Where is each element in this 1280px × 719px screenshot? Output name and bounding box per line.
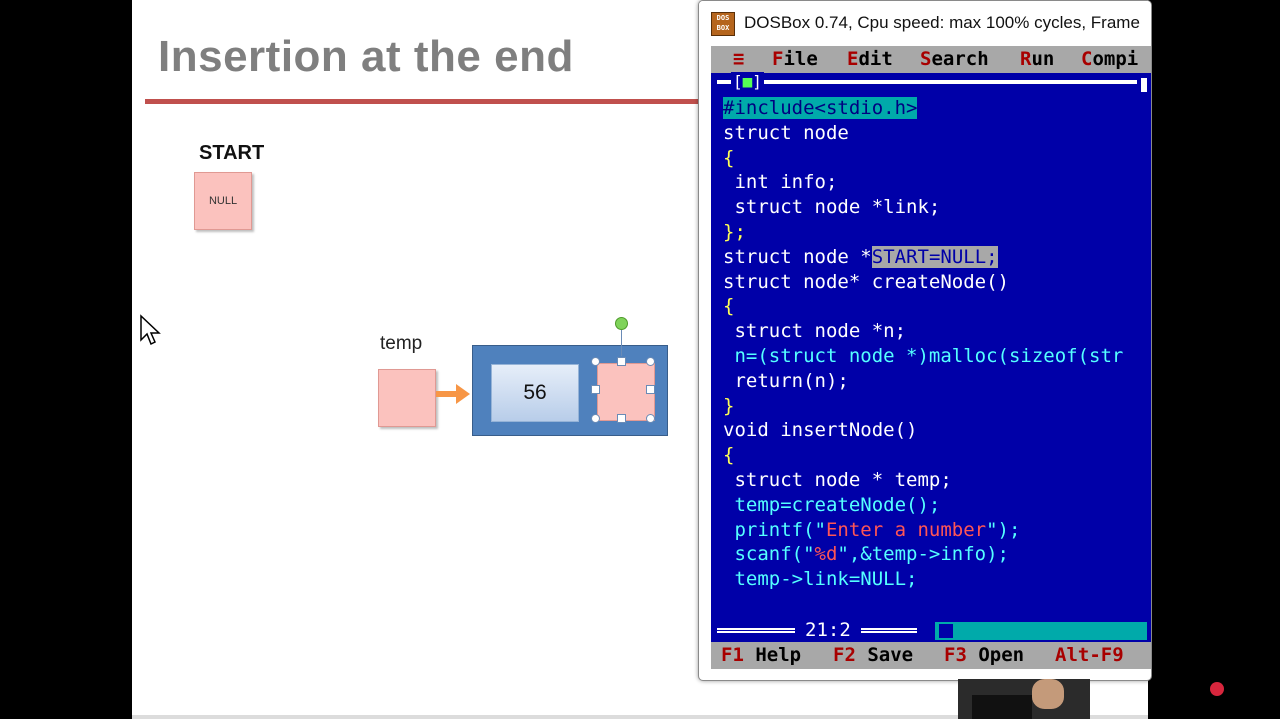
code-line-13: } (723, 394, 735, 417)
code-line-14: void insertNode() (723, 419, 918, 442)
menu-compile-label: ompi (1092, 48, 1139, 70)
resize-handle-w[interactable] (591, 385, 600, 394)
menu-search-hotkey: S (920, 48, 932, 70)
code-line-11: n=(struct node *)malloc(sizeof(str (723, 344, 1124, 367)
code-line-16: struct node * temp; (723, 468, 952, 491)
start-null-text: NULL (208, 195, 238, 207)
presenter-webcam (958, 679, 1090, 719)
status-bar: F1 Help F2 Save F3 Open Alt-F9 (711, 642, 1151, 669)
menu-bar: ≡ File Edit Search Run Compi (711, 46, 1151, 73)
rotation-handle[interactable] (615, 317, 628, 330)
menu-compile-hotkey: C (1081, 48, 1093, 70)
code-line-12: return(n); (723, 369, 849, 392)
channel-logo-icon (1210, 682, 1224, 696)
resize-handle-e[interactable] (646, 385, 655, 394)
title-underline (145, 99, 705, 104)
status-f2-label: Save (867, 644, 914, 666)
menu-search[interactable]: Search (920, 48, 989, 70)
turbo-c-editor-screen[interactable]: ≡ File Edit Search Run Compi [■] #includ… (711, 46, 1151, 669)
code-line-7: struct node *START=NULL; (723, 245, 998, 268)
status-f3-key: F3 (944, 644, 967, 666)
status-f3-label: Open (978, 644, 1025, 666)
resize-handle-nw[interactable] (591, 357, 600, 366)
menu-file-label: ile (783, 48, 818, 70)
new-node[interactable]: 56 (472, 345, 668, 436)
code-line-1: #include<stdio.h> (723, 97, 918, 119)
menu-edit[interactable]: Edit (847, 48, 893, 70)
menu-run-label: un (1031, 48, 1055, 70)
status-open[interactable]: F3 Open (944, 644, 1024, 666)
code-line-19: scanf("%d",&temp->info); (723, 543, 1009, 566)
menu-file[interactable]: File (772, 48, 818, 70)
code-line-8: struct node* createNode() (723, 270, 1009, 293)
code-line-4: int info; (723, 171, 838, 194)
status-f2-key: F2 (833, 644, 856, 666)
menu-run[interactable]: Run (1020, 48, 1054, 70)
window-close-box[interactable]: [■] (731, 72, 764, 91)
code-editor[interactable]: #include<stdio.h> struct node { int info… (723, 96, 1123, 592)
resize-handle-ne[interactable] (646, 357, 655, 366)
editor-frame-top: [■] (717, 72, 1147, 92)
start-label: START (199, 142, 265, 164)
dosbox-titlebar[interactable]: DOS BOX DOSBox 0.74, Cpu speed: max 100%… (699, 1, 1151, 45)
status-help[interactable]: F1 Help (721, 644, 801, 666)
system-menu-icon[interactable]: ≡ (733, 48, 744, 70)
code-line-5: struct node *link; (723, 196, 941, 219)
temp-pointer-box (378, 369, 436, 427)
dosbox-app-icon: DOS BOX (711, 12, 735, 36)
resize-handle-n[interactable] (617, 357, 626, 366)
menu-run-hotkey: R (1020, 48, 1032, 70)
code-line-20: temp->link=NULL; (723, 568, 918, 591)
mouse-pointer-icon (140, 314, 161, 346)
editor-frame-bottom: 21:2 (717, 619, 1147, 641)
code-line-3: { (723, 146, 735, 169)
menu-edit-label: dit (858, 48, 893, 70)
menu-search-label: earch (931, 48, 989, 70)
temp-label: temp (380, 333, 423, 354)
node-info-value: 56 (523, 381, 547, 404)
code-line-18: printf("Enter a number"); (723, 518, 1021, 541)
cursor-position: 21:2 (795, 619, 861, 641)
status-save[interactable]: F2 Save (833, 644, 913, 666)
code-line-6: }; (723, 220, 746, 243)
resize-handle-s[interactable] (617, 414, 626, 423)
resize-handle-sw[interactable] (591, 414, 600, 423)
start-null-box: NULL (194, 172, 252, 230)
menu-file-hotkey: F (772, 48, 784, 70)
code-line-15: { (723, 444, 735, 467)
dosbox-window[interactable]: DOS BOX DOSBox 0.74, Cpu speed: max 100%… (698, 0, 1152, 681)
menu-compile[interactable]: Compi (1081, 48, 1138, 70)
status-f1-label: Help (755, 644, 802, 666)
status-f1-key: F1 (721, 644, 744, 666)
rotation-stem (621, 330, 622, 356)
dosbox-window-title: DOSBox 0.74, Cpu speed: max 100% cycles,… (744, 13, 1140, 32)
code-line-2: struct node (723, 121, 849, 144)
code-line-17: temp=createNode(); (723, 493, 941, 516)
status-alt-f9[interactable]: Alt-F9 (1055, 644, 1124, 666)
scrollbar-thumb[interactable] (939, 624, 953, 638)
node-info-field: 56 (491, 364, 579, 422)
code-line-9: { (723, 295, 735, 318)
horizontal-scrollbar[interactable] (935, 622, 1147, 640)
code-line-10: struct node *n; (723, 320, 907, 343)
arrow-right-icon (436, 384, 470, 404)
slide-title: Insertion at the end (158, 32, 574, 81)
menu-edit-hotkey: E (847, 48, 859, 70)
resize-handle-se[interactable] (646, 414, 655, 423)
